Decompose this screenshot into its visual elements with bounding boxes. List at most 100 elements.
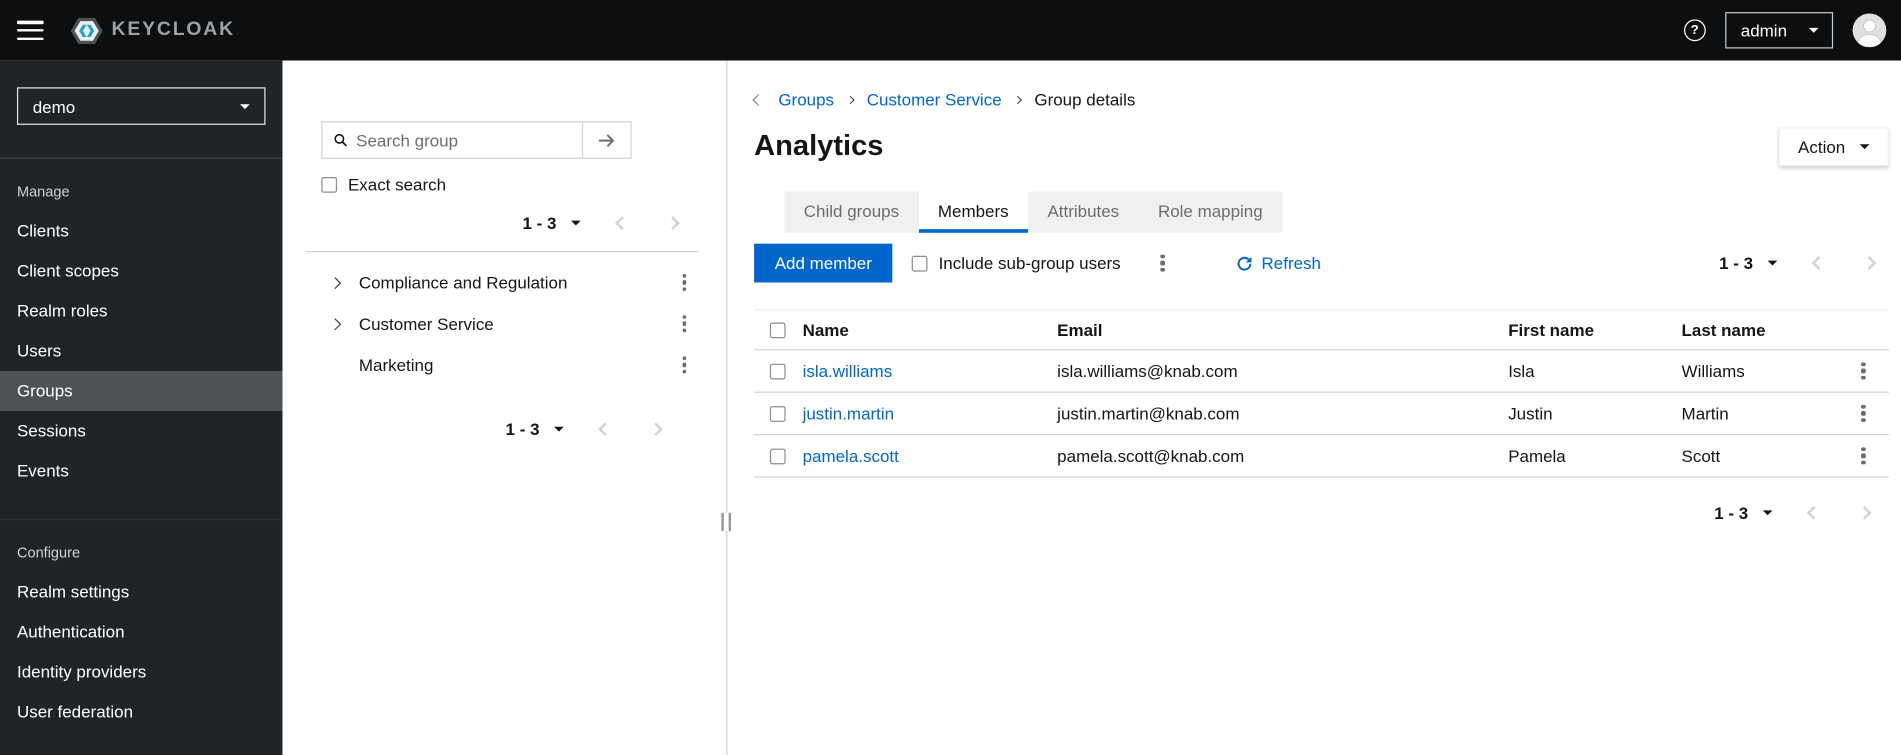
keycloak-logo[interactable]: KEYCLOAK bbox=[70, 14, 235, 47]
select-all-checkbox[interactable] bbox=[769, 321, 786, 338]
kebab-menu-icon[interactable] bbox=[679, 352, 690, 377]
previous-page-button[interactable] bbox=[595, 419, 614, 438]
breadcrumb-groups-link[interactable]: Groups bbox=[778, 90, 834, 109]
column-header-name: Name bbox=[802, 320, 849, 340]
sidebar-item-authentication[interactable]: Authentication bbox=[0, 612, 282, 652]
chevron-left-icon bbox=[1811, 256, 1826, 270]
members-pagination-top: 1 - 3 bbox=[1719, 253, 1889, 273]
chevron-right-icon bbox=[666, 216, 680, 230]
tab-role-mapping[interactable]: Role mapping bbox=[1138, 191, 1283, 233]
kebab-menu-icon[interactable] bbox=[679, 311, 690, 336]
caret-down-icon bbox=[1767, 260, 1778, 266]
pagination-menu-toggle[interactable]: 1 - 3 bbox=[1714, 503, 1773, 523]
action-dropdown-button[interactable]: Action bbox=[1778, 127, 1889, 167]
member-email: justin.martin@knab.com bbox=[1057, 403, 1240, 424]
row-checkbox[interactable] bbox=[769, 405, 786, 422]
kebab-menu-icon[interactable] bbox=[679, 270, 690, 295]
pagination-range-label: 1 - 3 bbox=[1714, 503, 1749, 523]
realm-selector[interactable]: demo bbox=[16, 87, 266, 125]
back-chevron-button[interactable] bbox=[752, 93, 765, 106]
breadcrumb-current-page: Group details bbox=[1034, 89, 1136, 110]
chevron-left-icon bbox=[598, 422, 612, 437]
expand-chevron-right-icon[interactable] bbox=[329, 276, 359, 289]
toolbar-kebab-menu-icon[interactable] bbox=[1157, 251, 1168, 276]
caret-down-icon bbox=[554, 426, 564, 432]
group-name-link[interactable]: Compliance and Regulation bbox=[359, 273, 679, 292]
next-page-button[interactable] bbox=[663, 213, 682, 232]
pagination-menu-toggle[interactable]: 1 - 3 bbox=[506, 419, 564, 439]
add-member-button[interactable]: Add member bbox=[754, 243, 893, 283]
brand-wordmark: KEYCLOAK bbox=[111, 19, 235, 41]
row-kebab-menu-icon[interactable] bbox=[1858, 443, 1869, 468]
member-name-link[interactable]: isla.williams bbox=[803, 361, 893, 380]
nav-section-title-manage: Manage bbox=[16, 183, 70, 201]
panel-resize-handle[interactable] bbox=[721, 512, 732, 532]
row-kebab-menu-icon[interactable] bbox=[1858, 358, 1869, 383]
sidebar-item-realm-settings[interactable]: Realm settings bbox=[0, 572, 282, 612]
caret-down-icon bbox=[571, 220, 581, 226]
next-page-button[interactable] bbox=[1860, 253, 1879, 272]
table-row: isla.williams isla.williams@knab.com Isl… bbox=[754, 350, 1889, 393]
group-search bbox=[321, 121, 632, 159]
search-icon bbox=[334, 133, 347, 147]
group-detail-tabs: Child groups Members Attributes Role map… bbox=[784, 191, 1888, 233]
arrow-right-icon bbox=[598, 133, 615, 147]
caret-down-icon bbox=[240, 103, 250, 109]
tab-attributes[interactable]: Attributes bbox=[1028, 191, 1139, 233]
pagination-menu-toggle[interactable]: 1 - 3 bbox=[523, 213, 581, 233]
user-menu-dropdown[interactable]: admin bbox=[1725, 12, 1834, 49]
page-header: Analytics Action bbox=[754, 127, 1889, 167]
previous-page-button[interactable] bbox=[1809, 253, 1828, 272]
page-title: Analytics bbox=[754, 129, 884, 163]
sync-icon bbox=[1237, 256, 1251, 270]
sidebar-item-client-scopes[interactable]: Client scopes bbox=[0, 251, 282, 291]
member-last-name: Williams bbox=[1681, 361, 1745, 381]
tab-child-groups[interactable]: Child groups bbox=[784, 191, 919, 233]
group-tree-panel: Exact search 1 - 3 Compliance and Regula… bbox=[282, 60, 732, 755]
keycloak-admin-console: KEYCLOAK ? admin demo Manage Clients Cli… bbox=[0, 0, 1901, 755]
current-realm-name: demo bbox=[32, 96, 76, 116]
sidebar-item-events[interactable]: Events bbox=[0, 451, 282, 491]
sidebar-item-groups[interactable]: Groups bbox=[0, 370, 283, 411]
sidebar-item-identity-providers[interactable]: Identity providers bbox=[0, 652, 282, 692]
previous-page-button[interactable] bbox=[612, 213, 631, 232]
avatar[interactable] bbox=[1852, 13, 1887, 48]
masthead-tools: ? admin bbox=[1683, 12, 1887, 49]
table-header-row: Name Email First name Last name bbox=[754, 309, 1889, 351]
exact-search-checkbox[interactable] bbox=[321, 176, 338, 193]
next-page-button[interactable] bbox=[1855, 503, 1874, 522]
sidebar-item-user-federation[interactable]: User federation bbox=[0, 692, 282, 732]
next-page-button[interactable] bbox=[646, 419, 665, 438]
row-kebab-menu-icon[interactable] bbox=[1858, 401, 1869, 426]
group-name-link[interactable]: Marketing bbox=[359, 355, 679, 374]
help-icon[interactable]: ? bbox=[1683, 19, 1706, 42]
member-name-link[interactable]: justin.martin bbox=[803, 404, 894, 423]
row-checkbox[interactable] bbox=[769, 447, 786, 464]
member-last-name: Scott bbox=[1681, 446, 1721, 466]
tab-members[interactable]: Members bbox=[918, 191, 1029, 233]
breadcrumb-customer-service-link[interactable]: Customer Service bbox=[867, 90, 1002, 109]
search-group-input[interactable] bbox=[356, 130, 572, 150]
expand-chevron-right-icon[interactable] bbox=[329, 317, 359, 330]
include-subgroups-option: Include sub-group users bbox=[911, 253, 1121, 273]
previous-page-button[interactable] bbox=[1804, 503, 1823, 522]
member-name-link[interactable]: pamela.scott bbox=[803, 446, 899, 465]
row-checkbox[interactable] bbox=[769, 363, 786, 379]
chevron-right-icon bbox=[1862, 256, 1877, 270]
member-email: pamela.scott@knab.com bbox=[1057, 446, 1245, 466]
pagination-menu-toggle[interactable]: 1 - 3 bbox=[1719, 253, 1778, 273]
action-dropdown-label: Action bbox=[1798, 136, 1846, 157]
sidebar-item-realm-roles[interactable]: Realm roles bbox=[0, 291, 282, 331]
include-subgroups-checkbox[interactable] bbox=[911, 255, 928, 271]
caret-down-icon bbox=[1762, 510, 1773, 516]
sidebar-item-clients[interactable]: Clients bbox=[0, 211, 282, 251]
member-email: isla.williams@knab.com bbox=[1057, 361, 1238, 381]
group-name-link[interactable]: Customer Service bbox=[359, 314, 679, 333]
nav-toggle-icon[interactable] bbox=[16, 20, 44, 41]
sidebar-item-sessions[interactable]: Sessions bbox=[0, 411, 282, 451]
sidebar-item-users[interactable]: Users bbox=[0, 331, 282, 371]
avatar-icon bbox=[1852, 13, 1887, 48]
caret-down-icon bbox=[1859, 144, 1870, 150]
refresh-button[interactable]: Refresh bbox=[1236, 253, 1321, 273]
search-submit-button[interactable] bbox=[581, 121, 632, 159]
